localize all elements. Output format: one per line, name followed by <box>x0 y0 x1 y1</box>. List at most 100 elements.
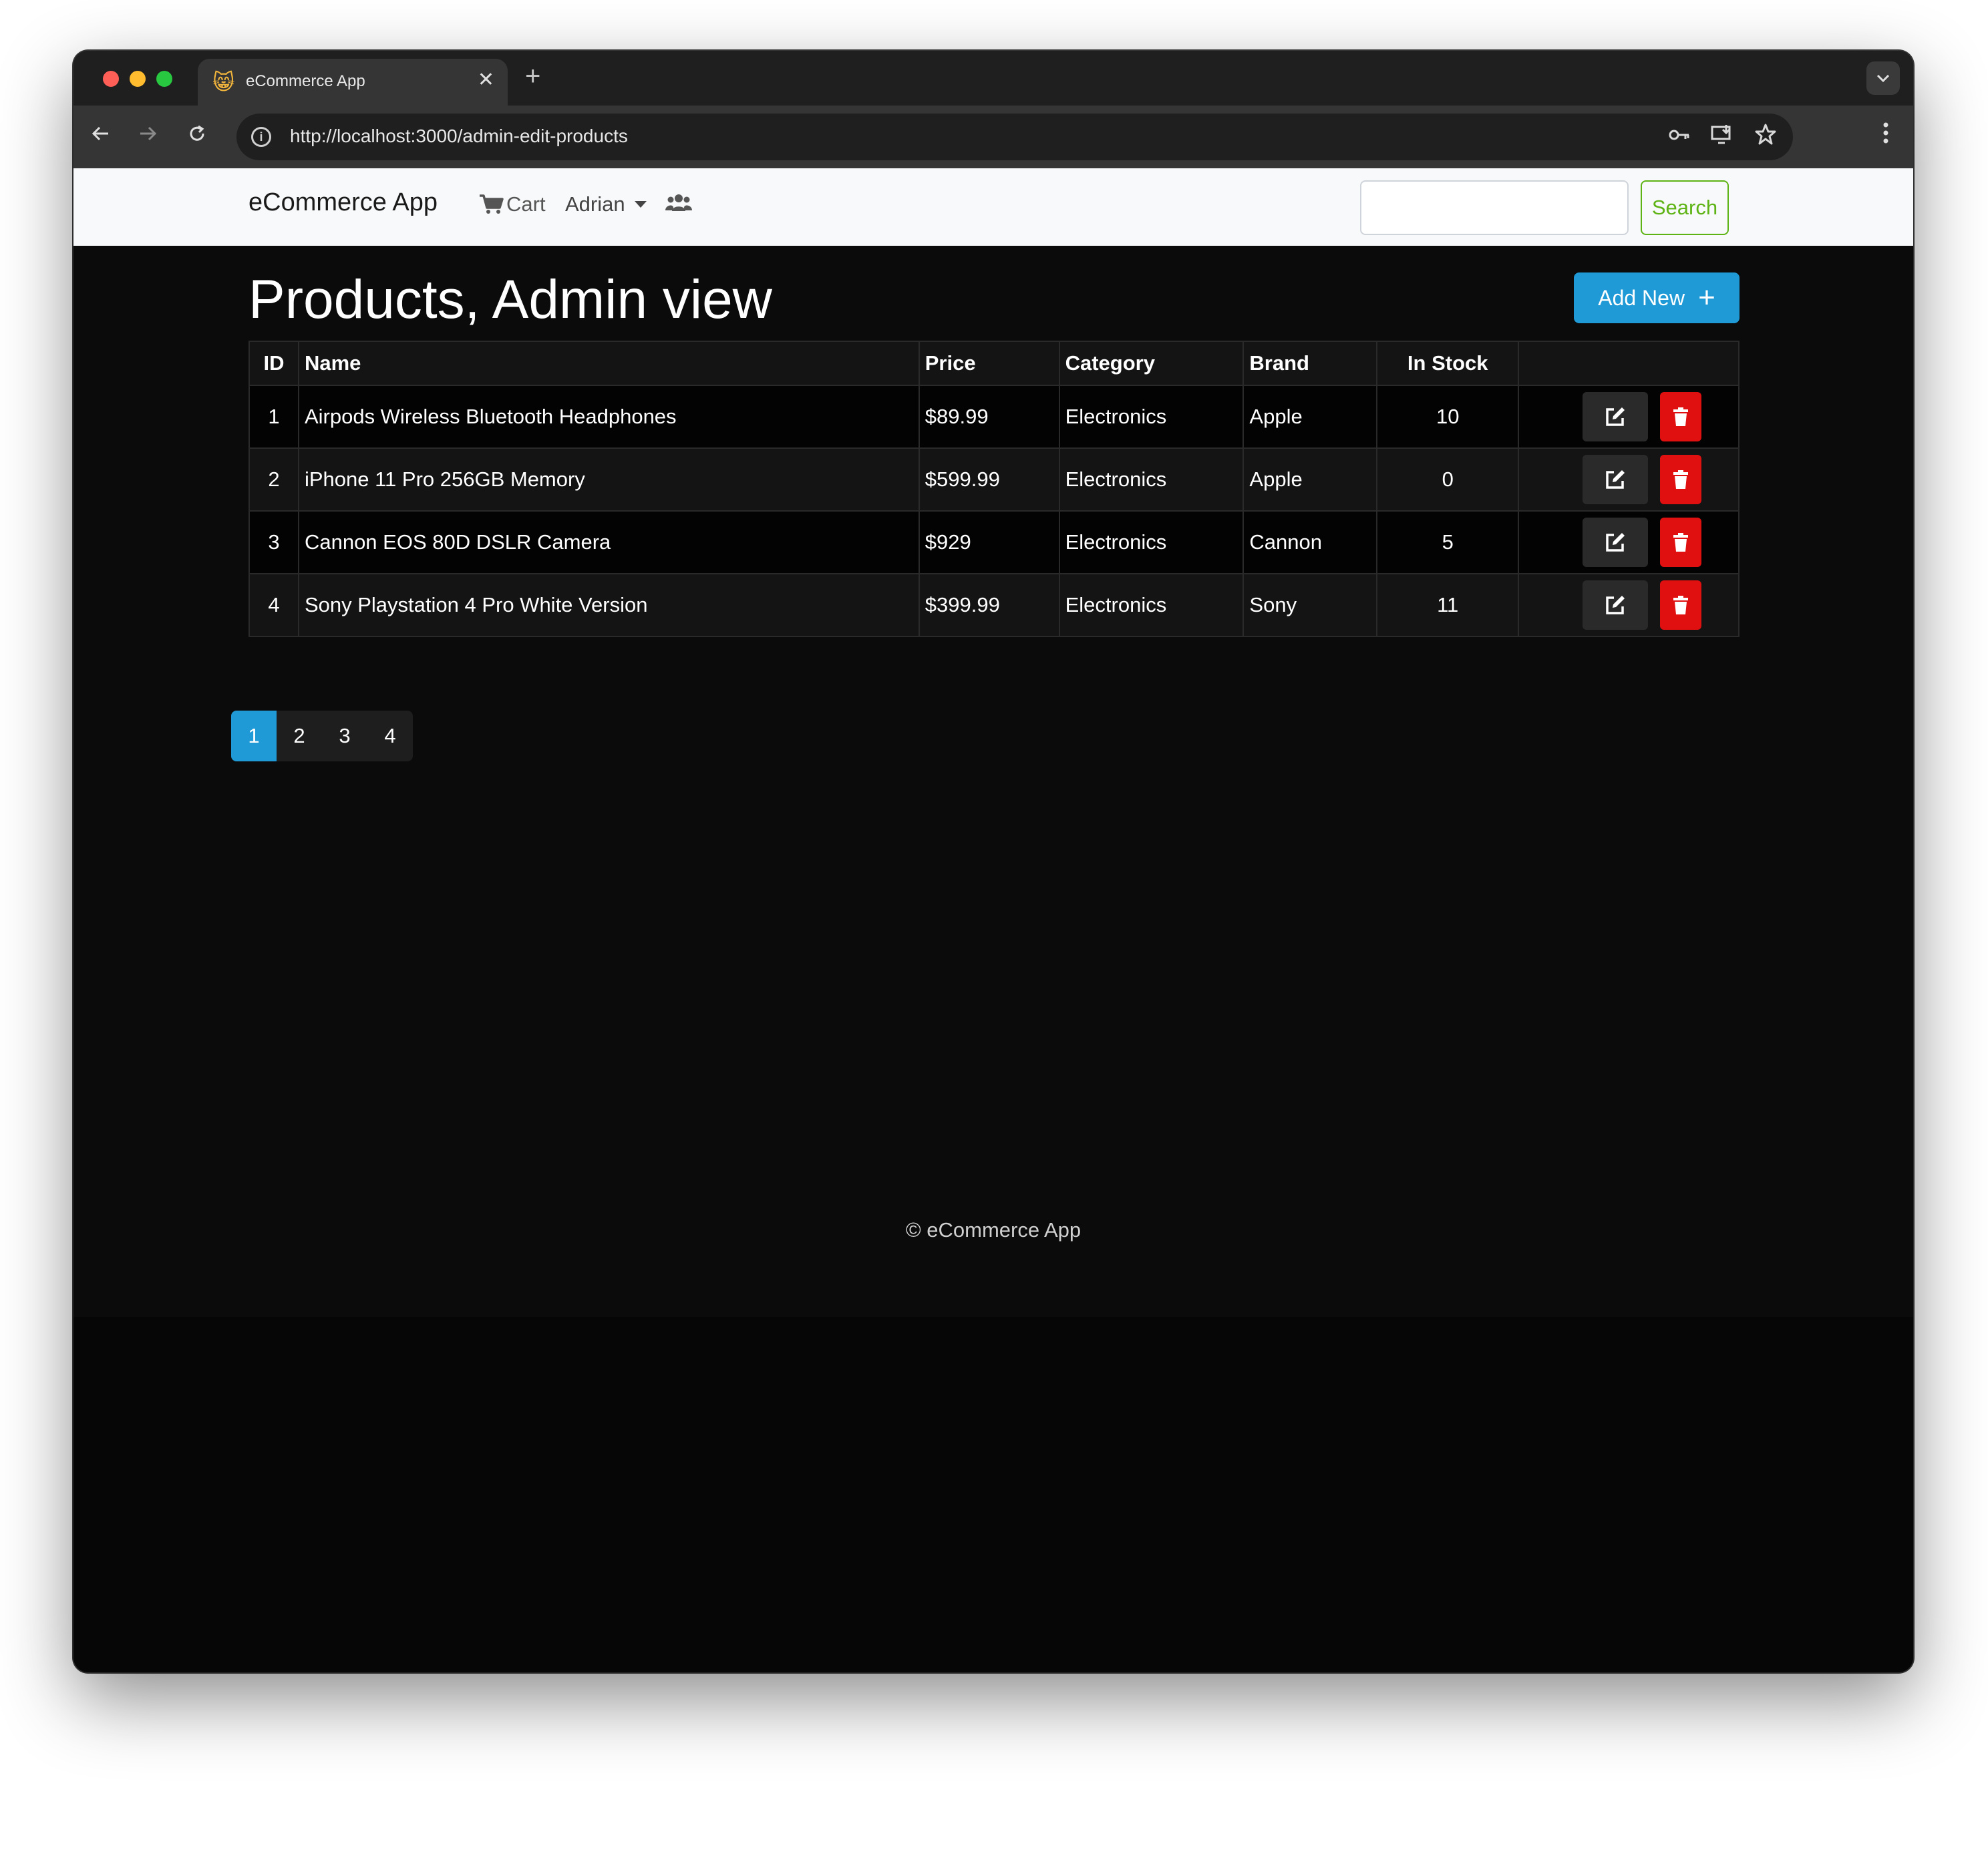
back-button[interactable] <box>91 120 111 152</box>
cell-category: Electronics <box>1058 573 1245 637</box>
cell-actions <box>1518 385 1740 449</box>
plus-icon: + <box>1698 281 1715 314</box>
forward-button[interactable] <box>138 120 158 152</box>
page-title: Products, Admin view <box>248 269 772 330</box>
footer-copyright: © eCommerce App <box>905 1218 1082 1242</box>
page-link-4[interactable]: 4 <box>367 711 413 761</box>
trash-icon <box>1673 407 1689 426</box>
cell-stock: 5 <box>1376 510 1520 574</box>
header-brand: Brand <box>1242 341 1378 386</box>
users-icon[interactable] <box>665 192 692 219</box>
edit-icon <box>1606 596 1625 614</box>
key-icon[interactable] <box>1667 123 1691 152</box>
table-row: 2 iPhone 11 Pro 256GB Memory $599.99 Ele… <box>248 447 1740 512</box>
reload-icon <box>190 125 204 141</box>
header-price: Price <box>918 341 1060 386</box>
cell-brand: Cannon <box>1242 510 1378 574</box>
address-bar[interactable]: i http://localhost:3000/admin-edit-produ… <box>236 114 1793 160</box>
cell-price: $599.99 <box>918 447 1060 512</box>
cell-category: Electronics <box>1058 447 1245 512</box>
products-table: ID Name Price Category Brand In Stock 1 … <box>248 341 1740 637</box>
chevron-down-icon <box>1876 74 1890 83</box>
edit-product-button[interactable] <box>1583 455 1649 504</box>
trash-icon <box>1673 533 1689 552</box>
cell-category: Electronics <box>1058 510 1245 574</box>
search-button[interactable]: Search <box>1641 180 1729 235</box>
cell-id: 3 <box>248 510 299 574</box>
close-window-button[interactable] <box>103 71 119 87</box>
cell-name: Sony Playstation 4 Pro White Version <box>297 573 920 637</box>
edit-product-button[interactable] <box>1583 518 1649 567</box>
table-row: 1 Airpods Wireless Bluetooth Headphones … <box>248 385 1740 449</box>
page-link-3[interactable]: 3 <box>322 711 367 761</box>
pagination: 1 2 3 4 <box>231 711 413 761</box>
brand-link[interactable]: eCommerce App <box>248 188 438 217</box>
page-link-2[interactable]: 2 <box>277 711 322 761</box>
cell-id: 1 <box>248 385 299 449</box>
trash-icon <box>1673 596 1689 614</box>
table-row: 3 Cannon EOS 80D DSLR Camera $929 Electr… <box>248 510 1740 574</box>
page-content: eCommerce App Cart Adrian Search Product… <box>73 168 1913 1672</box>
cell-name: Cannon EOS 80D DSLR Camera <box>297 510 920 574</box>
header-name: Name <box>297 341 920 386</box>
new-tab-button[interactable]: + <box>525 61 540 91</box>
table-header-row: ID Name Price Category Brand In Stock <box>248 341 1740 386</box>
cell-stock: 11 <box>1376 573 1520 637</box>
edit-icon <box>1606 407 1625 426</box>
delete-product-button[interactable] <box>1660 518 1702 567</box>
delete-product-button[interactable] <box>1660 455 1702 504</box>
cell-price: $399.99 <box>918 573 1060 637</box>
header-actions <box>1518 341 1740 386</box>
cell-actions <box>1518 447 1740 512</box>
browser-window: 😸 eCommerce App ✕ + i http://localhost:3… <box>73 51 1913 1672</box>
edit-product-button[interactable] <box>1583 392 1649 441</box>
url-text[interactable]: http://localhost:3000/admin-edit-product… <box>290 126 628 147</box>
trash-icon <box>1673 470 1689 489</box>
header-category: Category <box>1058 341 1245 386</box>
page-link-1[interactable]: 1 <box>231 711 277 761</box>
minimize-window-button[interactable] <box>130 71 146 87</box>
site-info-icon[interactable]: i <box>251 127 271 147</box>
add-new-label: Add New <box>1598 285 1685 310</box>
cell-category: Electronics <box>1058 385 1245 449</box>
cat-face-icon: 😸 <box>212 70 235 94</box>
header-in-stock: In Stock <box>1376 341 1520 386</box>
add-new-button[interactable]: Add New + <box>1574 272 1740 323</box>
arrow-right-icon <box>140 126 157 141</box>
reload-button[interactable] <box>187 120 207 152</box>
user-name: Adrian <box>565 192 625 216</box>
cell-brand: Apple <box>1242 447 1378 512</box>
cell-price: $929 <box>918 510 1060 574</box>
cell-id: 4 <box>248 573 299 637</box>
cell-price: $89.99 <box>918 385 1060 449</box>
caret-down-icon <box>634 201 647 208</box>
cell-brand: Apple <box>1242 385 1378 449</box>
edit-product-button[interactable] <box>1583 580 1649 630</box>
cell-stock: 0 <box>1376 447 1520 512</box>
maximize-window-button[interactable] <box>156 71 172 87</box>
install-app-icon[interactable] <box>1710 123 1734 152</box>
shopping-cart-icon <box>480 194 504 214</box>
cell-brand: Sony <box>1242 573 1378 637</box>
cell-stock: 10 <box>1376 385 1520 449</box>
tab-title: eCommerce App <box>246 72 365 90</box>
browser-toolbar: i http://localhost:3000/admin-edit-produ… <box>73 106 1913 168</box>
user-dropdown[interactable]: Adrian <box>565 192 647 216</box>
browser-tab[interactable]: 😸 eCommerce App ✕ <box>198 59 508 106</box>
cell-name: Airpods Wireless Bluetooth Headphones <box>297 385 920 449</box>
tab-search-button[interactable] <box>1866 61 1900 95</box>
delete-product-button[interactable] <box>1660 392 1702 441</box>
cart-label: Cart <box>506 192 546 216</box>
browser-menu-button[interactable] <box>1882 122 1889 152</box>
bookmark-star-icon[interactable] <box>1754 123 1777 151</box>
search-input[interactable] <box>1360 180 1629 235</box>
top-navbar: eCommerce App Cart Adrian Search <box>73 168 1913 246</box>
tab-strip: 😸 eCommerce App ✕ + <box>73 51 1913 106</box>
edit-icon <box>1606 470 1625 489</box>
delete-product-button[interactable] <box>1660 580 1702 630</box>
cart-link[interactable]: Cart <box>478 192 546 216</box>
tab-close-icon[interactable]: ✕ <box>478 68 494 91</box>
edit-icon <box>1606 533 1625 552</box>
table-row: 4 Sony Playstation 4 Pro White Version $… <box>248 573 1740 637</box>
cell-name: iPhone 11 Pro 256GB Memory <box>297 447 920 512</box>
